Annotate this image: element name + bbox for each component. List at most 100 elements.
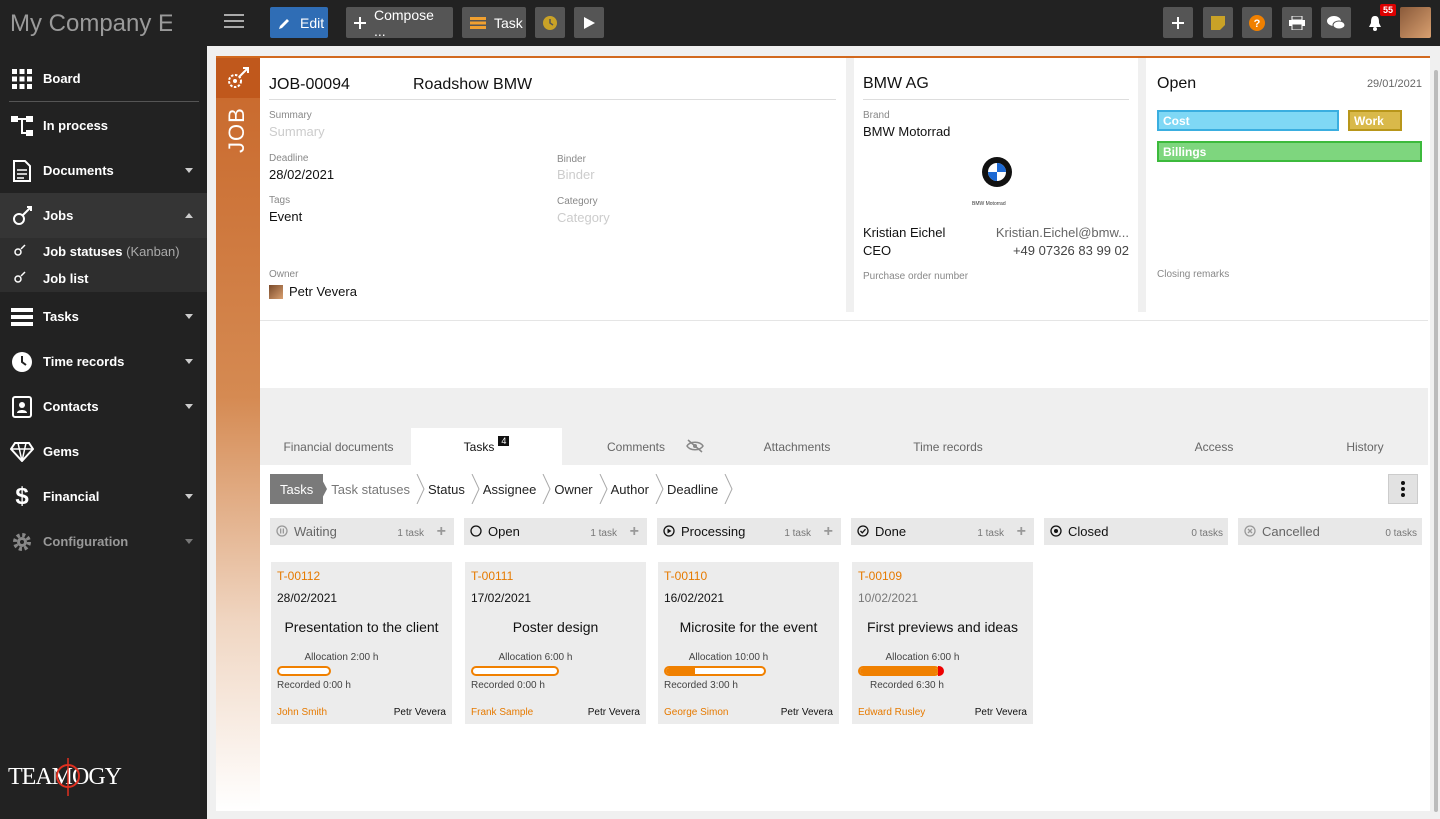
status-state[interactable]: Open xyxy=(1157,75,1196,93)
column-done[interactable]: Done 1 task + xyxy=(851,518,1034,545)
menu-toggle-icon[interactable] xyxy=(224,14,244,30)
task-assignee[interactable]: George Simon xyxy=(664,707,728,718)
column-name: Waiting xyxy=(294,524,337,539)
owner-label: Owner xyxy=(269,269,299,280)
chevron-down-icon xyxy=(185,314,193,319)
task-button[interactable]: Task xyxy=(462,7,526,38)
client-name[interactable]: BMW AG xyxy=(863,75,929,93)
sidebar-item-gems[interactable]: Gems xyxy=(0,429,207,474)
task-title: First previews and ideas xyxy=(867,619,1018,635)
category-field[interactable]: Category xyxy=(557,210,610,225)
tab-history[interactable]: History xyxy=(1290,428,1440,465)
task-title: Presentation to the client xyxy=(284,619,439,635)
task-owner: Petr Vevera xyxy=(974,707,1027,718)
task-progress-bar xyxy=(277,666,331,676)
eye-off-icon[interactable] xyxy=(686,439,704,456)
crumb-tasks[interactable]: Tasks xyxy=(270,474,328,504)
divider xyxy=(846,58,854,312)
column-processing[interactable]: Processing 1 task + xyxy=(657,518,841,545)
contact-name[interactable]: Kristian Eichel xyxy=(863,225,945,240)
cost-tag[interactable]: Cost xyxy=(1157,110,1339,131)
work-tag[interactable]: Work xyxy=(1348,110,1402,131)
task-card[interactable]: T-00109 10/02/2021 First previews and id… xyxy=(852,562,1033,724)
add-task-icon[interactable]: + xyxy=(630,523,639,541)
tab-financial-documents[interactable]: Financial documents xyxy=(270,428,407,465)
tab-tasks[interactable]: Tasks 4 xyxy=(411,428,562,465)
job-title[interactable]: Roadshow BMW xyxy=(413,76,532,94)
note-button[interactable] xyxy=(1203,7,1233,38)
add-task-icon[interactable]: + xyxy=(437,523,446,541)
sidebar-item-board[interactable]: Board xyxy=(0,56,207,101)
task-date: 10/02/2021 xyxy=(858,591,919,605)
document-icon xyxy=(10,159,34,183)
tab-comments[interactable]: Comments xyxy=(570,428,702,465)
column-closed[interactable]: Closed 0 tasks xyxy=(1044,518,1228,545)
task-id[interactable]: T-00109 xyxy=(858,569,902,583)
sidebar-subitem-suffix: (Kanban) xyxy=(126,244,180,259)
play-button[interactable] xyxy=(574,7,604,38)
crumb-assignee[interactable]: Assignee xyxy=(475,474,551,504)
sidebar-item-documents[interactable]: Documents xyxy=(0,148,207,193)
crumb-arrow xyxy=(724,474,733,504)
owner-field[interactable]: Petr Vevera xyxy=(289,284,357,299)
print-button[interactable] xyxy=(1282,7,1312,38)
task-card[interactable]: T-00112 28/02/2021 Presentation to the c… xyxy=(271,562,452,724)
task-card[interactable]: T-00110 16/02/2021 Microsite for the eve… xyxy=(658,562,839,724)
task-progress-bar xyxy=(858,666,940,676)
job-gear-icon xyxy=(216,58,260,98)
sidebar-item-jobs[interactable]: Jobs xyxy=(0,193,207,238)
add-button[interactable] xyxy=(1163,7,1193,38)
crumb-author[interactable]: Author xyxy=(603,474,664,504)
column-open[interactable]: Open 1 task + xyxy=(464,518,647,545)
notifications-button[interactable]: 55 xyxy=(1360,4,1396,38)
sidebar-subitem-job-statuses[interactable]: Job statuses (Kanban) xyxy=(0,238,207,265)
add-task-icon[interactable]: + xyxy=(824,523,833,541)
task-card[interactable]: T-00111 17/02/2021 Poster design Allocat… xyxy=(465,562,646,724)
task-assignee[interactable]: John Smith xyxy=(277,707,327,718)
sidebar-item-time-records[interactable]: Time records xyxy=(0,339,207,384)
main-content: JOB JOB-00094 Roadshow BMW Summary Summa… xyxy=(207,46,1440,819)
sidebar-item-configuration[interactable]: Configuration xyxy=(0,519,207,564)
sidebar-item-financial[interactable]: $ Financial xyxy=(0,474,207,519)
contact-email[interactable]: Kristian.Eichel@bmw... xyxy=(996,225,1129,240)
sidebar-item-tasks[interactable]: Tasks xyxy=(0,294,207,339)
sidebar-item-contacts[interactable]: Contacts xyxy=(0,384,207,429)
column-cancelled[interactable]: Cancelled 0 tasks xyxy=(1238,518,1422,545)
svg-text:?: ? xyxy=(1254,18,1261,30)
edit-button[interactable]: Edit xyxy=(270,7,328,38)
crumb-status[interactable]: Status xyxy=(420,474,480,504)
scrollbar[interactable] xyxy=(1434,70,1438,812)
sidebar-subitem-job-list[interactable]: Job list xyxy=(0,265,207,292)
compose-button[interactable]: Compose ... xyxy=(346,7,453,39)
timer-button[interactable] xyxy=(535,7,565,38)
help-button[interactable]: ? xyxy=(1242,7,1272,38)
brand-field[interactable]: BMW Motorrad xyxy=(863,124,950,139)
more-options-button[interactable] xyxy=(1388,474,1418,504)
tags-field[interactable]: Event xyxy=(269,209,302,224)
column-waiting[interactable]: Waiting 1 task + xyxy=(270,518,454,545)
contact-phone[interactable]: +49 07326 83 99 02 xyxy=(1013,243,1129,258)
crumb-deadline[interactable]: Deadline xyxy=(659,474,733,504)
tab-access[interactable]: Access xyxy=(1139,428,1289,465)
task-id[interactable]: T-00112 xyxy=(277,569,320,583)
crumb-task-statuses[interactable]: Task statuses xyxy=(323,474,425,504)
crumb-owner[interactable]: Owner xyxy=(546,474,608,504)
task-assignee[interactable]: Frank Sample xyxy=(471,707,533,718)
tab-time-records[interactable]: Time records xyxy=(873,428,1023,465)
task-id[interactable]: T-00111 xyxy=(471,569,513,583)
deadline-field[interactable]: 28/02/2021 xyxy=(269,167,334,182)
add-task-icon[interactable]: + xyxy=(1017,523,1026,541)
sidebar-item-in-process[interactable]: In process xyxy=(0,103,207,148)
task-assignee[interactable]: Edward Rusley xyxy=(858,707,925,718)
summary-field[interactable]: Summary xyxy=(269,124,325,139)
crumb-label: Tasks xyxy=(280,481,314,497)
binder-field[interactable]: Binder xyxy=(557,167,595,182)
chat-button[interactable] xyxy=(1321,7,1351,38)
jobs-icon xyxy=(10,204,34,228)
user-avatar[interactable] xyxy=(1400,7,1431,38)
task-id[interactable]: T-00110 xyxy=(664,569,707,583)
app-brand[interactable]: My Company El xyxy=(10,10,172,38)
crumb-label: Deadline xyxy=(666,481,719,497)
tab-attachments[interactable]: Attachments xyxy=(722,428,872,465)
billings-tag[interactable]: Billings xyxy=(1157,141,1422,162)
